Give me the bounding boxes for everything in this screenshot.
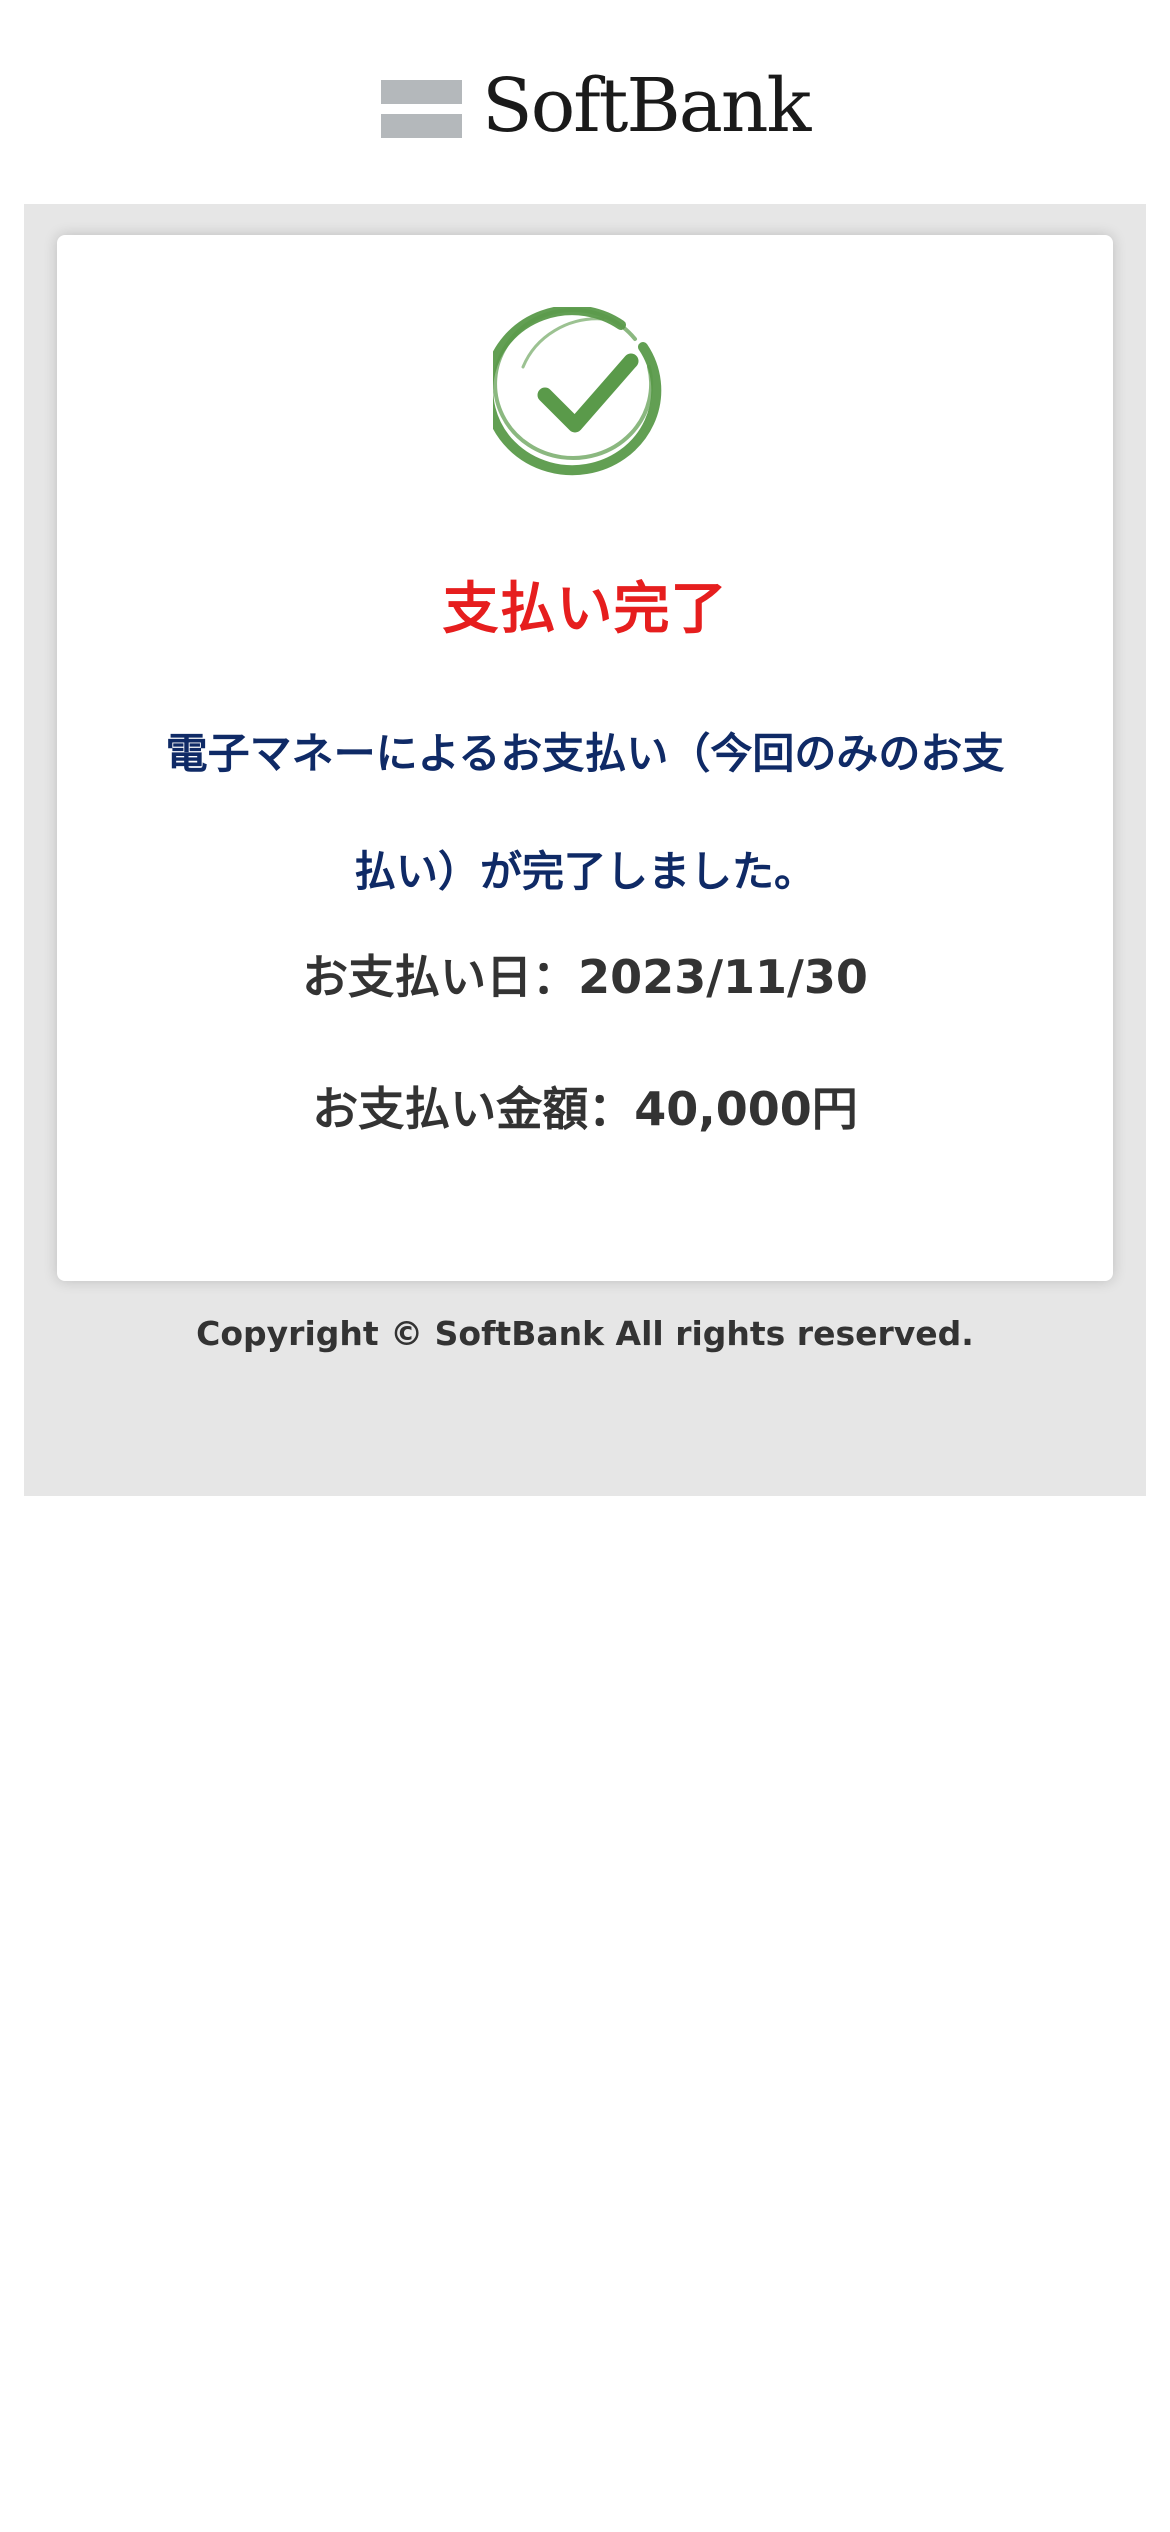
copyright-footer: Copyright © SoftBank All rights reserved… [196, 1314, 974, 1353]
logo-bar-top [381, 80, 462, 104]
header: SoftBank [0, 0, 1170, 204]
logo-text: SoftBank [482, 63, 811, 149]
payment-date: お支払い日：2023/11/30 [302, 950, 868, 1004]
content-area: 支払い完了 電子マネーによるお支払い（今回のみのお支払い）が完了しました。 お支… [24, 204, 1146, 1496]
logo-bars-icon [381, 75, 462, 138]
softbank-logo[interactable]: SoftBank [381, 63, 811, 149]
logo-bar-bottom [381, 114, 462, 138]
completion-message: 電子マネーによるお支払い（今回のみのお支払い）が完了しました。 [165, 729, 1005, 896]
payment-amount: お支払い金額：40,000円 [312, 1082, 858, 1136]
payment-complete-card: 支払い完了 電子マネーによるお支払い（今回のみのお支払い）が完了しました。 お支… [57, 235, 1113, 1281]
page-title: 支払い完了 [442, 577, 728, 642]
check-circle-icon [493, 307, 662, 476]
